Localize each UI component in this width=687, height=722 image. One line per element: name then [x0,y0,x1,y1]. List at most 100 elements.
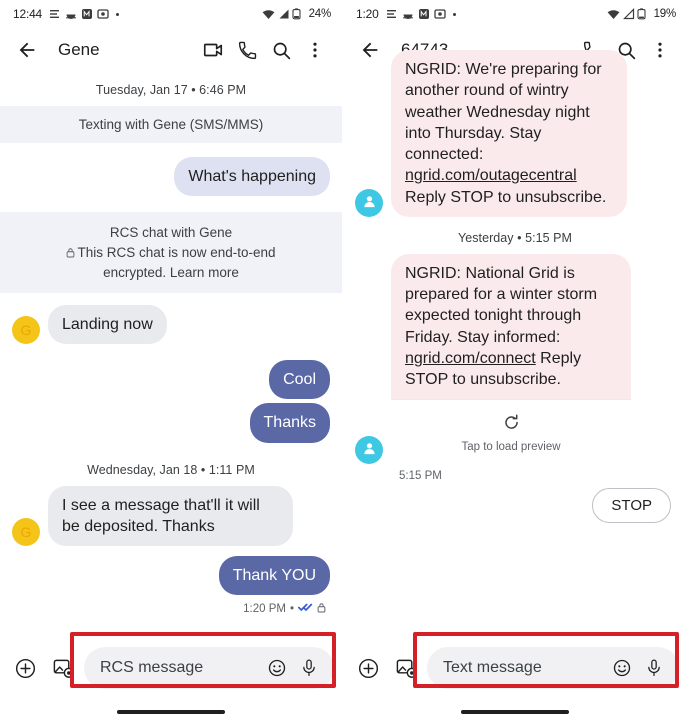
lock-icon [66,244,75,263]
separator-dot: • [289,602,294,615]
right-phone-screen: 1:20 19% NGRID: We're preparing for anot… [343,0,687,722]
message-link[interactable]: ngrid.com/outagecentral [405,167,577,184]
message-status-row: 1:20 PM • [12,599,330,616]
emoji-smiley-icon[interactable] [609,655,635,681]
right-compose-area: Text message [343,632,687,722]
compose-row: RCS message [0,638,342,698]
navigation-pill [117,710,225,714]
rcs-banner-line3: encrypted. Learn more [26,263,316,282]
conversation-title: Gene [58,40,100,59]
message-timestamp: 1:20 PM [243,602,286,615]
navigation-pill [461,710,569,714]
microphone-icon[interactable] [296,655,322,681]
message-text-before-link: NGRID: National Grid is prepared for a w… [405,264,598,346]
microphone-icon[interactable] [641,655,667,681]
message-timestamp-row: 5:15 PM [355,468,675,482]
suggestion-chip-row: STOP [355,482,675,524]
received-message-group: NGRID: National Grid is prepared for a w… [391,253,631,465]
plus-circle-icon[interactable] [8,651,42,685]
photo-icon [97,8,109,20]
battery-icon [637,8,649,20]
message-input-field[interactable]: Text message [427,647,679,689]
status-notification-icons [49,8,120,20]
message-input-placeholder: Text message [443,659,542,676]
status-clock: 12:44 [13,7,43,21]
lock-icon [317,602,326,616]
app-icon [418,8,430,20]
video-call-icon[interactable] [196,33,230,67]
link-preview-card[interactable]: Tap to load preview [391,399,631,465]
sent-rcs-bubble[interactable]: Thanks [249,403,330,443]
person-avatar-icon [361,193,378,213]
left-status-bar: 12:44 24% [0,0,342,28]
message-row[interactable]: Cool Thanks [12,360,330,443]
person-avatar-icon [361,440,378,460]
day-divider: Yesterday • 5:15 PM [458,230,572,245]
food-icon [65,8,77,20]
day-divider: Wednesday, Jan 18 • 1:11 PM [87,462,255,477]
sent-rcs-bubble[interactable]: Thank YOU [218,556,330,596]
more-dot-icon [452,12,456,16]
wifi-icon [262,8,274,20]
message-row[interactable]: G I see a message that'll it will be dep… [12,485,330,547]
avatar: G [12,316,40,345]
sent-bubble-stack: Cool Thanks [249,360,330,443]
message-row[interactable]: NGRID: National Grid is prepared for a w… [355,253,675,465]
avatar [355,436,383,465]
status-notification-icons [386,8,456,20]
message-timestamp: 5:15 PM [399,470,442,483]
battery-percent: 19% [653,8,677,20]
gallery-camera-icon[interactable] [46,651,80,685]
status-system-icons: 24% [262,8,331,20]
more-dot-icon [116,12,120,16]
rcs-banner-line2: This RCS chat is now end-to-end [26,243,316,263]
left-message-thread[interactable]: Tuesday, Jan 17 • 6:46 PM Texting with G… [0,83,342,616]
message-link[interactable]: ngrid.com/connect [405,350,536,367]
comparison-screenshot: 12:44 24% Gene Tuesday, Jan 17 • 6:46 PM… [0,0,687,722]
received-bubble[interactable]: Landing now [48,304,167,345]
received-bubble[interactable]: I see a message that'll it will be depos… [48,485,293,547]
day-divider: Tuesday, Jan 17 • 6:46 PM [95,83,247,97]
emoji-smiley-icon[interactable] [264,655,290,681]
double-check-read-icon [297,601,313,616]
back-arrow-icon[interactable] [10,33,44,67]
message-row[interactable]: NGRID: We're preparing for another round… [355,50,675,217]
received-sms-bubble[interactable]: NGRID: National Grid is prepared for a w… [391,253,631,400]
battery-icon [292,8,304,20]
received-sms-bubble[interactable]: NGRID: We're preparing for another round… [391,50,627,217]
phone-call-icon[interactable] [230,33,264,67]
plus-circle-icon[interactable] [351,651,385,685]
rcs-banner-text2: This RCS chat is now end-to-end [77,244,276,260]
message-row[interactable]: G Landing now [12,304,330,345]
avatar [355,188,383,217]
message-input-field[interactable]: RCS message [84,647,334,689]
status-clock: 1:20 [356,7,379,21]
preview-caption: Tap to load preview [461,441,561,454]
left-app-bar: Gene [0,28,342,72]
food-icon [402,8,414,20]
avatar: G [12,518,40,547]
gallery-camera-icon[interactable] [389,651,423,685]
wifi-icon [607,8,619,20]
suggestion-chip-stop[interactable]: STOP [592,488,671,524]
message-text-before-link: NGRID: We're preparing for another round… [405,61,602,164]
refresh-icon [502,414,521,436]
right-message-thread[interactable]: NGRID: We're preparing for another round… [343,50,687,524]
overflow-menu-icon[interactable] [298,33,332,67]
message-row[interactable]: What's happening [12,157,330,197]
right-status-bar: 1:20 19% [343,0,687,28]
message-text-after-link: Reply STOP to unsubscribe. [405,188,607,206]
sms-mms-banner: Texting with Gene (SMS/MMS) [0,106,342,144]
learn-more-link[interactable]: Learn more [170,265,239,280]
message-input-placeholder: RCS message [100,659,204,676]
rcs-banner-line1: RCS chat with Gene [109,225,233,241]
message-row[interactable]: Thank YOU [12,556,330,596]
app-icon [81,8,93,20]
signal-icon [277,8,289,20]
search-icon[interactable] [264,33,298,67]
menu-lines-icon [386,8,398,20]
left-phone-screen: 12:44 24% Gene Tuesday, Jan 17 • 6:46 PM… [0,0,343,722]
sent-rcs-bubble[interactable]: Cool [269,360,330,400]
rcs-banner-text3: encrypted. [103,264,167,280]
sent-sms-bubble[interactable]: What's happening [174,157,330,197]
